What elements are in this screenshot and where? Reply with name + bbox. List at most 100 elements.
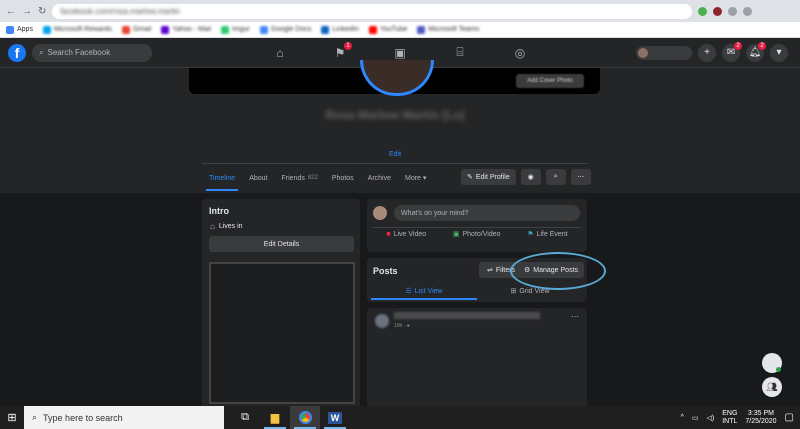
bookmarks-bar: Apps Microsoft Rewards Gmail Yahoo - Mai… bbox=[0, 22, 800, 38]
address-text: facebook.com/rosa.marlow.martin bbox=[60, 6, 180, 16]
divider bbox=[373, 227, 581, 228]
menu-icon[interactable] bbox=[743, 6, 753, 16]
forward-icon[interactable]: → bbox=[22, 6, 32, 17]
photo-video-button[interactable]: ▣ Photo/Video bbox=[452, 230, 501, 239]
search-input[interactable]: ⌕ Search Facebook bbox=[32, 43, 152, 62]
bookmark[interactable]: Microsoft Rewards bbox=[42, 25, 112, 34]
browser-toolbar: ← → ↻ facebook.com/rosa.marlow.martin bbox=[0, 0, 800, 22]
avatar bbox=[638, 47, 648, 58]
volume-icon[interactable]: ◁) bbox=[707, 414, 715, 422]
divider bbox=[202, 163, 588, 164]
profile-name: Rosa Marlow Martin (Lo) bbox=[325, 108, 465, 122]
avatar bbox=[373, 206, 387, 220]
create-icon[interactable]: + bbox=[698, 43, 716, 62]
notifications-badge: 2 bbox=[758, 41, 766, 50]
online-status-dot bbox=[776, 367, 781, 372]
edit-profile-button[interactable]: ✎ Edit Profile bbox=[461, 169, 516, 185]
view-as-button[interactable]: ◉ bbox=[520, 169, 541, 185]
extension-icon[interactable] bbox=[728, 6, 738, 16]
notifications-center-icon[interactable]: ▢ bbox=[785, 412, 794, 423]
taskbar-search-input[interactable]: ⌕ Type here to search bbox=[24, 406, 224, 429]
post-card: 19h · ● ⋯ bbox=[367, 308, 587, 408]
profile-chip[interactable] bbox=[636, 45, 692, 60]
edit-bio-link[interactable]: Edit bbox=[389, 151, 401, 158]
back-icon[interactable]: ← bbox=[6, 6, 16, 17]
grid-icon: ⊞ bbox=[510, 288, 517, 295]
windows-start-icon[interactable]: ⊞ bbox=[0, 406, 24, 429]
list-icon: ☰ bbox=[405, 288, 412, 295]
home-icon[interactable]: ⌂ bbox=[250, 38, 310, 68]
photo-icon: ▣ bbox=[452, 231, 460, 238]
bookmark[interactable]: Gmail bbox=[121, 25, 151, 34]
ellipsis-icon: ⋯ bbox=[577, 174, 585, 181]
intro-title: Intro bbox=[209, 206, 229, 216]
post-options-icon[interactable]: ⋯ bbox=[571, 312, 579, 321]
bookmark[interactable]: Imgur bbox=[221, 25, 250, 34]
taskbar-search-placeholder: Type here to search bbox=[43, 412, 123, 423]
extension-icon[interactable] bbox=[698, 6, 708, 16]
tab-timeline[interactable]: Timeline bbox=[202, 165, 242, 191]
marketplace-icon[interactable]: ⌸ bbox=[430, 38, 490, 68]
profile-tabs: Timeline About Friends 822 Photos Archive… bbox=[202, 165, 433, 191]
search-icon: ⌕ bbox=[32, 412, 38, 422]
extension-icon[interactable] bbox=[713, 6, 723, 16]
avatar bbox=[375, 314, 389, 328]
network-icon[interactable]: ▭ bbox=[692, 414, 699, 422]
add-cover-photo-button[interactable]: Add Cover Photo bbox=[516, 74, 584, 88]
bookmark[interactable]: YouTube bbox=[368, 25, 407, 34]
clock[interactable]: 3:35 PM 7/25/2020 bbox=[745, 410, 776, 426]
live-video-button[interactable]: ■ Live Video bbox=[386, 230, 426, 238]
bookmark[interactable]: Microsoft Teams bbox=[417, 25, 479, 34]
address-bar[interactable]: facebook.com/rosa.marlow.martin bbox=[52, 3, 693, 19]
nav-badge: 1 bbox=[344, 41, 352, 50]
chrome-icon[interactable] bbox=[290, 406, 320, 429]
messenger-icon[interactable]: ✉ 2 bbox=[722, 41, 742, 62]
lives-in-text: Lives in bbox=[218, 223, 243, 230]
tab-archive[interactable]: Archive bbox=[361, 165, 398, 191]
reload-icon[interactable]: ↻ bbox=[38, 6, 46, 17]
post-timestamp[interactable]: 19h · ● bbox=[394, 323, 410, 329]
chevron-up-icon[interactable]: ^ bbox=[681, 414, 684, 421]
bookmark[interactable]: Yahoo - Mail bbox=[161, 25, 211, 34]
intro-card: Intro ⌂ Lives in Edit Details bbox=[202, 199, 360, 409]
messenger-badge: 2 bbox=[734, 41, 742, 50]
tab-about[interactable]: About bbox=[242, 165, 274, 191]
edit-details-button[interactable]: Edit Details bbox=[209, 236, 354, 252]
eye-icon: ◉ bbox=[527, 174, 534, 181]
search-placeholder: Search Facebook bbox=[47, 48, 111, 57]
tab-more[interactable]: More ▾ bbox=[398, 165, 433, 191]
caret-down-icon: ▾ bbox=[422, 175, 427, 182]
lives-in-row: ⌂ Lives in bbox=[210, 222, 243, 231]
post-author[interactable] bbox=[394, 312, 540, 319]
file-explorer-icon[interactable]: ▆ bbox=[260, 406, 290, 429]
bookmark[interactable]: Google Docs bbox=[259, 25, 311, 34]
extensions bbox=[698, 6, 753, 16]
friends-count: 822 bbox=[307, 175, 318, 181]
flag-icon: ⚑ bbox=[527, 231, 534, 238]
more-options-button[interactable]: ⋯ bbox=[570, 169, 591, 185]
notifications-icon[interactable]: 🔔︎ 2 bbox=[746, 41, 766, 62]
post-composer: What's on your mind? ■ Live Video ▣ Photo/… bbox=[367, 199, 587, 252]
windows-taskbar: ⊞ ⌕ Type here to search ⧉ ▆ W ^ ▭ ◁) ENG… bbox=[0, 406, 800, 429]
groups-icon[interactable]: ◎ bbox=[490, 38, 550, 68]
task-view-icon[interactable]: ⧉ bbox=[230, 406, 260, 429]
search-icon: ⌕ bbox=[39, 47, 44, 57]
profile-actions: ✎ Edit Profile ◉ ⌕ ⋯ bbox=[461, 169, 591, 185]
tab-friends[interactable]: Friends 822 bbox=[275, 165, 325, 191]
language-indicator[interactable]: ENG INTL bbox=[722, 410, 737, 426]
list-view-tab[interactable]: ☰ List View bbox=[371, 282, 477, 300]
featured-photos-placeholder[interactable] bbox=[209, 262, 355, 404]
video-camera-icon: ■ bbox=[386, 230, 391, 238]
account-menu-icon[interactable]: ▾ bbox=[770, 43, 788, 62]
word-icon[interactable]: W bbox=[320, 406, 350, 429]
taskbar-apps: ⧉ ▆ W bbox=[230, 406, 350, 429]
search-profile-button[interactable]: ⌕ bbox=[545, 169, 566, 185]
bookmark[interactable]: Apps bbox=[6, 25, 33, 34]
tab-photos[interactable]: Photos bbox=[325, 165, 361, 191]
facebook-logo-icon[interactable]: f bbox=[8, 43, 26, 62]
life-event-button[interactable]: ⚑ Life Event bbox=[527, 230, 567, 239]
annotation-circle bbox=[510, 252, 606, 290]
new-room-icon[interactable]: 👥︎ bbox=[762, 377, 782, 397]
whats-on-your-mind-input[interactable]: What's on your mind? bbox=[394, 205, 580, 221]
bookmark[interactable]: LinkedIn bbox=[321, 25, 359, 34]
